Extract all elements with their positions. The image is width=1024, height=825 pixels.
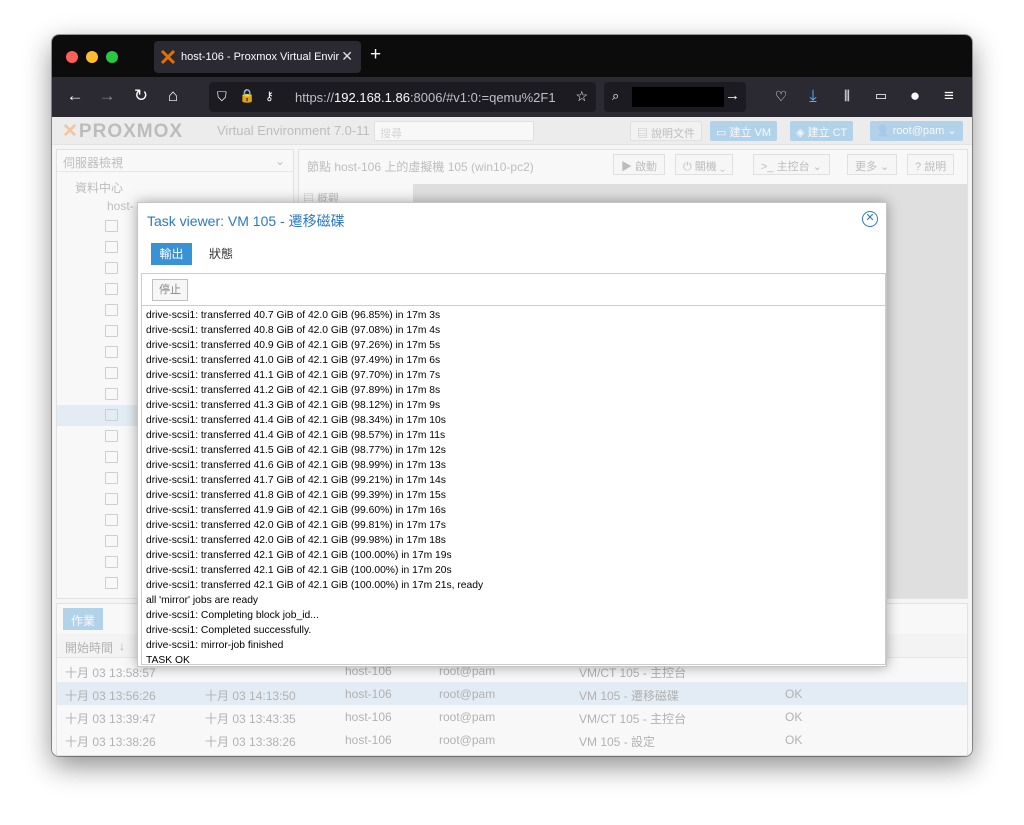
view-selector[interactable]: 伺服器檢視 ⌄ [57,150,293,172]
log-line: drive-scsi1: transferred 41.0 GiB of 42.… [146,355,441,366]
create-ct-button[interactable]: ◈ 建立 CT [790,121,854,141]
forward-icon[interactable]: → [96,86,118,106]
tab-output[interactable]: 輸出 [151,243,192,265]
vm-panel-title: 節點 host-106 上的虛擬機 105 (win10-pc2) [307,160,534,174]
log-line: drive-scsi1: transferred 42.1 GiB of 42.… [146,565,452,576]
proxmox-favicon-icon [160,49,176,65]
create-vm-button[interactable]: ▭ 建立 VM [710,121,778,141]
tab-status[interactable]: 狀態 [209,245,233,262]
close-icon[interactable]: ✕ [862,211,878,227]
log-line: drive-scsi1: transferred 41.7 GiB of 42.… [146,475,446,486]
minimize-window-button[interactable] [86,51,98,63]
task-viewer-dialog: Task viewer: VM 105 - 遷移磁碟 ✕ 輸出 狀態 停止 dr… [137,202,887,667]
log-line: drive-scsi1: transferred 42.1 GiB of 42.… [146,580,484,591]
tab-tasks[interactable]: 作業 [63,608,104,630]
search-box[interactable]: ⌕ → [604,82,746,112]
stop-button[interactable]: 停止 [152,279,188,301]
log-line: drive-scsi1: Completed successfully. [146,625,312,636]
pve-version: Virtual Environment 7.0-11 [217,123,370,138]
tree-datacenter[interactable]: 資料中心 [57,176,293,197]
docs-button[interactable]: ▤ 說明文件 [630,121,703,141]
log-line: drive-scsi1: transferred 40.7 GiB of 42.… [146,310,441,321]
menu-icon[interactable]: ≡ [938,86,960,106]
url-text: https://192.168.1.86:8006/#v1:0:=qemu%2F… [295,90,556,105]
dialog-toolbar: 停止 [141,273,886,305]
task-log-output: drive-scsi1: transferred 40.7 GiB of 42.… [141,305,886,665]
more-button[interactable]: 更多 ⌄ [847,154,898,175]
library-icon[interactable]: ⫼ [836,86,858,106]
dialog-title: Task viewer: VM 105 - 遷移磁碟 [147,213,345,229]
tab-bar: host-106 - Proxmox Virtual Envir ✕ + [52,35,972,77]
go-arrow-icon[interactable]: → [725,87,740,104]
pve-header: ✕PROXMOX Virtual Environment 7.0-11 搜尋 ▤… [52,117,972,145]
search-icon: ⌕ [612,88,620,103]
log-line: drive-scsi1: transferred 41.1 GiB of 42.… [146,370,441,381]
table-row[interactable]: 十月 03 13:39:47 十月 03 13:43:35 host-106 root… [57,705,967,728]
log-line: drive-scsi1: transferred 41.6 GiB of 42.… [146,460,446,471]
lock-icon[interactable]: 🔒 [239,88,255,104]
log-line: drive-scsi1: mirror-job finished [146,640,284,651]
log-line: drive-scsi1: transferred 42.0 GiB of 42.… [146,535,446,546]
log-line: drive-scsi1: Completing block job_id... [146,610,319,621]
bookmark-star-icon[interactable]: ☆ [575,88,588,105]
home-icon[interactable]: ⌂ [162,86,184,106]
log-line: all 'mirror' jobs are ready [146,595,259,606]
table-row-selected[interactable]: 十月 03 13:56:26 十月 03 14:13:50 host-106 root… [57,682,967,705]
log-line: drive-scsi1: transferred 41.8 GiB of 42.… [146,490,446,501]
reload-icon[interactable]: ↻ [130,86,152,106]
console-button[interactable]: >_ 主控台 ⌄ [753,154,830,175]
log-line: drive-scsi1: transferred 41.3 GiB of 42.… [146,400,441,411]
key-icon[interactable]: ⚷ [265,89,274,103]
table-row[interactable]: 十月 03 13:38:26 十月 03 13:38:26 host-106 root… [57,728,967,751]
account-icon[interactable]: ● [904,86,926,106]
zoom-window-button[interactable] [106,51,118,63]
browser-tab[interactable]: host-106 - Proxmox Virtual Envir ✕ [154,41,361,73]
log-line: drive-scsi1: transferred 42.0 GiB of 42.… [146,520,446,531]
log-line: drive-scsi1: transferred 41.5 GiB of 42.… [146,445,446,456]
header-search-input[interactable]: 搜尋 [374,121,534,141]
close-tab-icon[interactable]: ✕ [341,48,353,65]
shield-icon[interactable]: ⛉ [217,89,227,105]
user-menu-button[interactable]: 👤 root@pam ⌄ [870,121,963,141]
sidebar-icon[interactable]: ▭ [870,86,892,106]
close-window-button[interactable] [66,51,78,63]
log-line: drive-scsi1: transferred 40.8 GiB of 42.… [146,325,441,336]
shutdown-button[interactable]: ⏻ 關機 ⌄ [675,154,734,175]
proxmox-logo: ✕PROXMOX [62,121,184,142]
redacted-search-text [632,87,724,107]
back-icon[interactable]: ← [64,86,86,106]
tab-title: host-106 - Proxmox Virtual Envir [181,51,340,63]
new-tab-icon[interactable]: + [370,44,381,66]
log-line: drive-scsi1: transferred 41.9 GiB of 42.… [146,505,446,516]
start-button[interactable]: ▶ 啟動 [613,154,666,175]
download-icon[interactable]: ⤓ [802,86,824,106]
pocket-icon[interactable]: ♡ [770,86,792,106]
log-line: drive-scsi1: transferred 42.1 GiB of 42.… [146,550,452,561]
nav-bar: ← → ↻ ⌂ ⛉ 🔒 ⚷ https://192.168.1.86:8006/… [52,77,972,117]
log-line: drive-scsi1: transferred 41.4 GiB of 42.… [146,430,446,441]
log-line: drive-scsi1: transferred 41.4 GiB of 42.… [146,415,446,426]
log-line: TASK OK [146,655,190,665]
log-line: drive-scsi1: transferred 40.9 GiB of 42.… [146,340,441,351]
url-bar[interactable]: ⛉ 🔒 ⚷ https://192.168.1.86:8006/#v1:0:=q… [209,82,596,112]
help-button[interactable]: ? 說明 [907,154,955,175]
log-line: drive-scsi1: transferred 41.2 GiB of 42.… [146,385,441,396]
